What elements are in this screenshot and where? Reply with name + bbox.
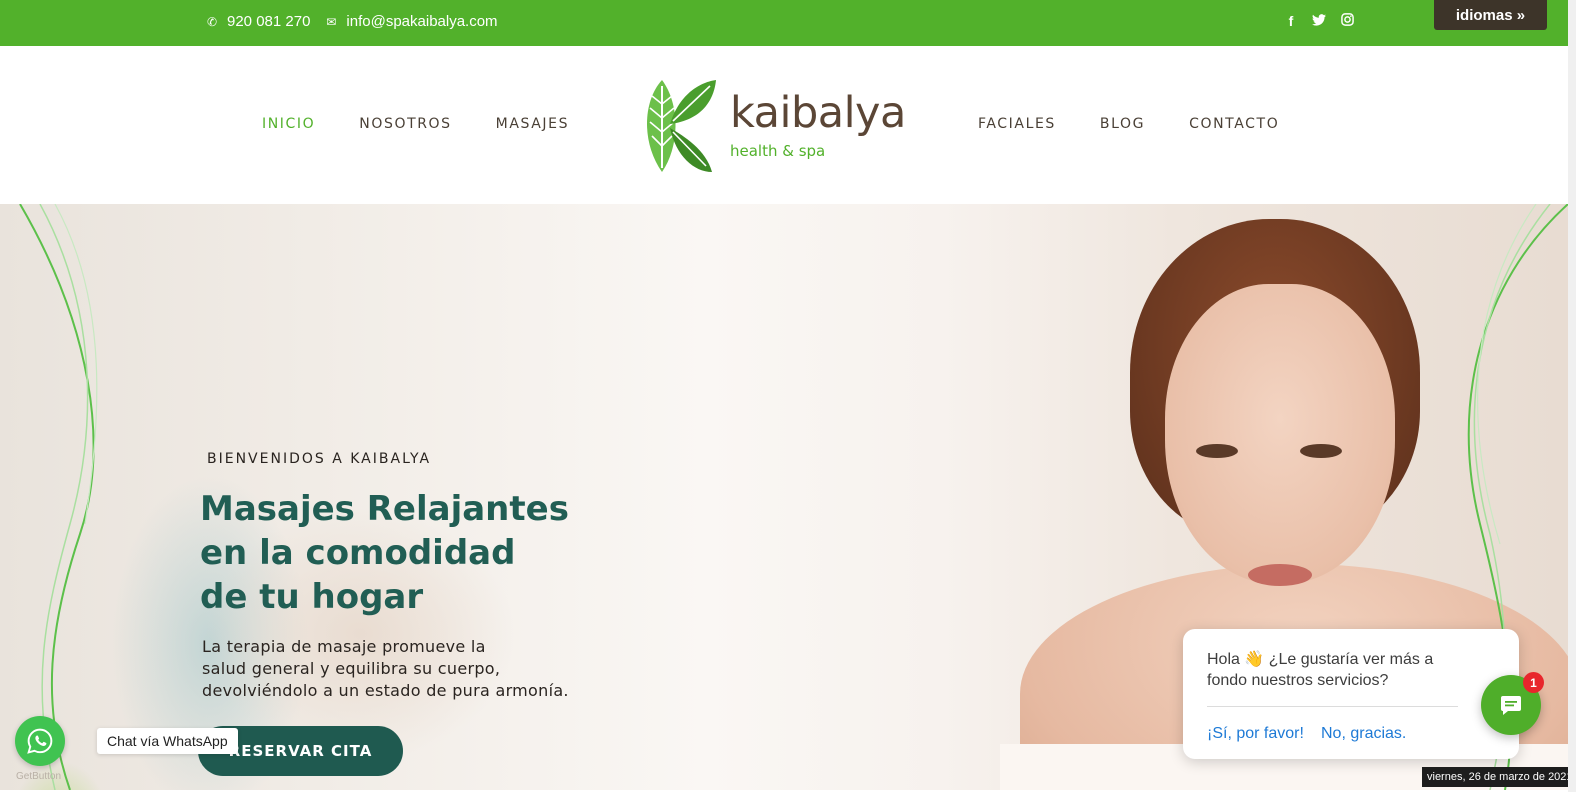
contact-info: ✆ 920 081 270 ✉ info@spakaibalya.com (205, 13, 498, 30)
leaf-logo-icon (647, 80, 716, 172)
language-button[interactable]: idiomas » (1434, 0, 1547, 30)
whatsapp-icon (27, 728, 53, 754)
logo-wordmark: kaibalya (730, 88, 906, 138)
chat-yes-option[interactable]: ¡Sí, por favor! (1207, 725, 1304, 743)
model-eye-right (1300, 444, 1342, 458)
phone-icon: ✆ (206, 14, 218, 29)
chat-bubble-icon (1501, 696, 1521, 715)
nav-inicio[interactable]: INICIO (262, 116, 315, 132)
chat-message: Hola 👋 ¿Le gustaría ver más a fondo nues… (1207, 651, 1434, 689)
headline-line-1: Masajes Relajantes (200, 489, 569, 529)
hero-eyebrow: BIENVENIDOS A KAIBALYA (207, 451, 432, 467)
chat-notification-badge: 1 (1523, 672, 1544, 693)
main-nav-right: FACIALES BLOG CONTACTO (978, 116, 1279, 132)
main-nav-left: INICIO NOSOTROS MASAJES (262, 116, 569, 132)
decorative-lines-left (19, 204, 98, 790)
facebook-icon[interactable]: f (1284, 13, 1298, 29)
site-header: INICIO NOSOTROS MASAJES kaibalya health … (0, 46, 1576, 204)
description-line-2: salud general y equilibra su cuerpo, (202, 659, 501, 678)
twitter-icon[interactable] (1312, 13, 1326, 29)
social-links: f (1284, 13, 1354, 29)
chat-no-option[interactable]: No, gracias. (1321, 725, 1406, 743)
nav-faciales[interactable]: FACIALES (978, 116, 1056, 132)
description-line-1: La terapia de masaje promueve la (202, 637, 486, 656)
model-eye-left (1196, 444, 1238, 458)
top-bar: ✆ 920 081 270 ✉ info@spakaibalya.com f i… (0, 0, 1576, 46)
nav-masajes[interactable]: MASAJES (496, 116, 569, 132)
brand-logo[interactable]: kaibalya health & spa (640, 74, 920, 176)
headline-line-3: de tu hogar (200, 577, 424, 617)
model-lips (1248, 564, 1312, 586)
logo-tagline: health & spa (730, 142, 826, 160)
nav-blog[interactable]: BLOG (1100, 116, 1145, 132)
phone-number[interactable]: 920 081 270 (227, 13, 310, 30)
whatsapp-label[interactable]: Chat vía WhatsApp (97, 728, 238, 754)
chat-popup: Hola 👋 ¿Le gustaría ver más a fondo nues… (1183, 629, 1519, 759)
getbutton-credit[interactable]: GetButton (16, 771, 61, 782)
taskbar-date: viernes, 26 de marzo de 2021 (1422, 767, 1576, 787)
headline-line-2: en la comodidad (200, 533, 516, 573)
nav-nosotros[interactable]: NOSOTROS (359, 116, 451, 132)
scrollbar[interactable] (1568, 0, 1576, 792)
chat-divider (1207, 706, 1458, 707)
description-line-3: devolviéndolo a un estado de pura armoní… (202, 681, 569, 700)
envelope-icon: ✉ (326, 14, 337, 29)
nav-contacto[interactable]: CONTACTO (1189, 116, 1279, 132)
model-face (1165, 284, 1395, 584)
email-link[interactable]: info@spakaibalya.com (346, 13, 497, 30)
hero-headline: Masajes Relajantes en la comodidad de tu… (200, 487, 569, 619)
whatsapp-button[interactable] (15, 716, 65, 766)
hero-description: La terapia de masaje promueve la salud g… (202, 636, 662, 702)
instagram-icon[interactable] (1340, 13, 1354, 29)
